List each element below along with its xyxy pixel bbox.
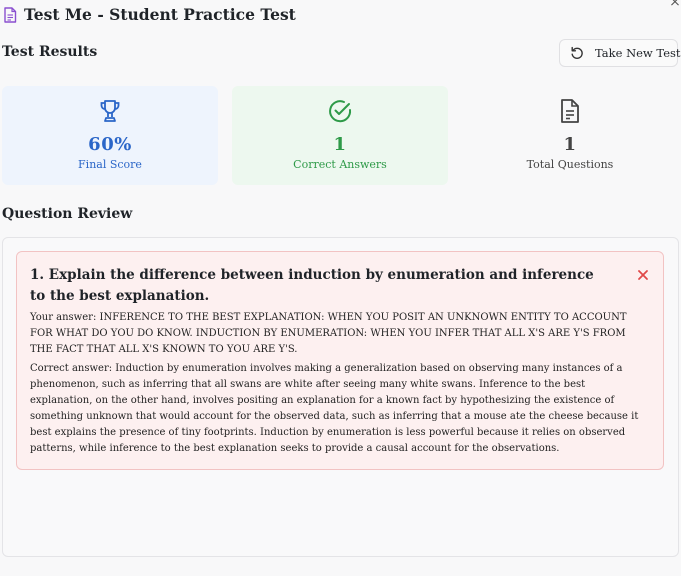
correct-answers-label: Correct Answers	[293, 158, 387, 171]
file-text-icon	[561, 99, 579, 123]
final-score-card: 60% Final Score	[2, 86, 218, 185]
final-score-label: Final Score	[78, 158, 142, 171]
check-circle-icon	[329, 100, 352, 123]
correct-answer-text: Induction by enumeration involves making…	[30, 363, 639, 454]
correct-answer-prefix: Correct answer:	[30, 363, 113, 374]
total-questions-card: 1 Total Questions	[462, 86, 678, 185]
correct-answers-card: 1 Correct Answers	[232, 86, 448, 185]
your-answer-prefix: Your answer:	[30, 312, 97, 323]
your-answer: Your answer: INFERENCE TO THE BEST EXPLA…	[30, 310, 650, 358]
question-title: 1. Explain the difference between induct…	[30, 267, 594, 304]
test-results-heading: Test Results	[2, 44, 98, 60]
correct-answers-value: 1	[333, 134, 347, 155]
question-card: 1. Explain the difference between induct…	[16, 251, 664, 470]
correct-answer: Correct answer: Induction by enumeration…	[30, 361, 650, 457]
total-questions-label: Total Questions	[526, 158, 614, 171]
take-new-test-label: Take New Test	[595, 46, 681, 60]
close-icon[interactable]: ×	[669, 0, 681, 9]
question-review-heading: Question Review	[2, 206, 133, 222]
take-new-test-button[interactable]: Take New Test	[559, 39, 681, 67]
window-title: Test Me - Student Practice Test	[24, 5, 296, 24]
x-icon	[638, 270, 648, 280]
document-icon	[4, 7, 17, 23]
title-bar: Test Me - Student Practice Test ×	[0, 0, 681, 32]
rotate-ccw-icon	[571, 46, 583, 59]
total-questions-value: 1	[563, 134, 577, 155]
your-answer-text: INFERENCE TO THE BEST EXPLANATION: WHEN …	[30, 312, 627, 355]
trophy-icon	[100, 100, 120, 122]
final-score-value: 60%	[88, 134, 132, 155]
